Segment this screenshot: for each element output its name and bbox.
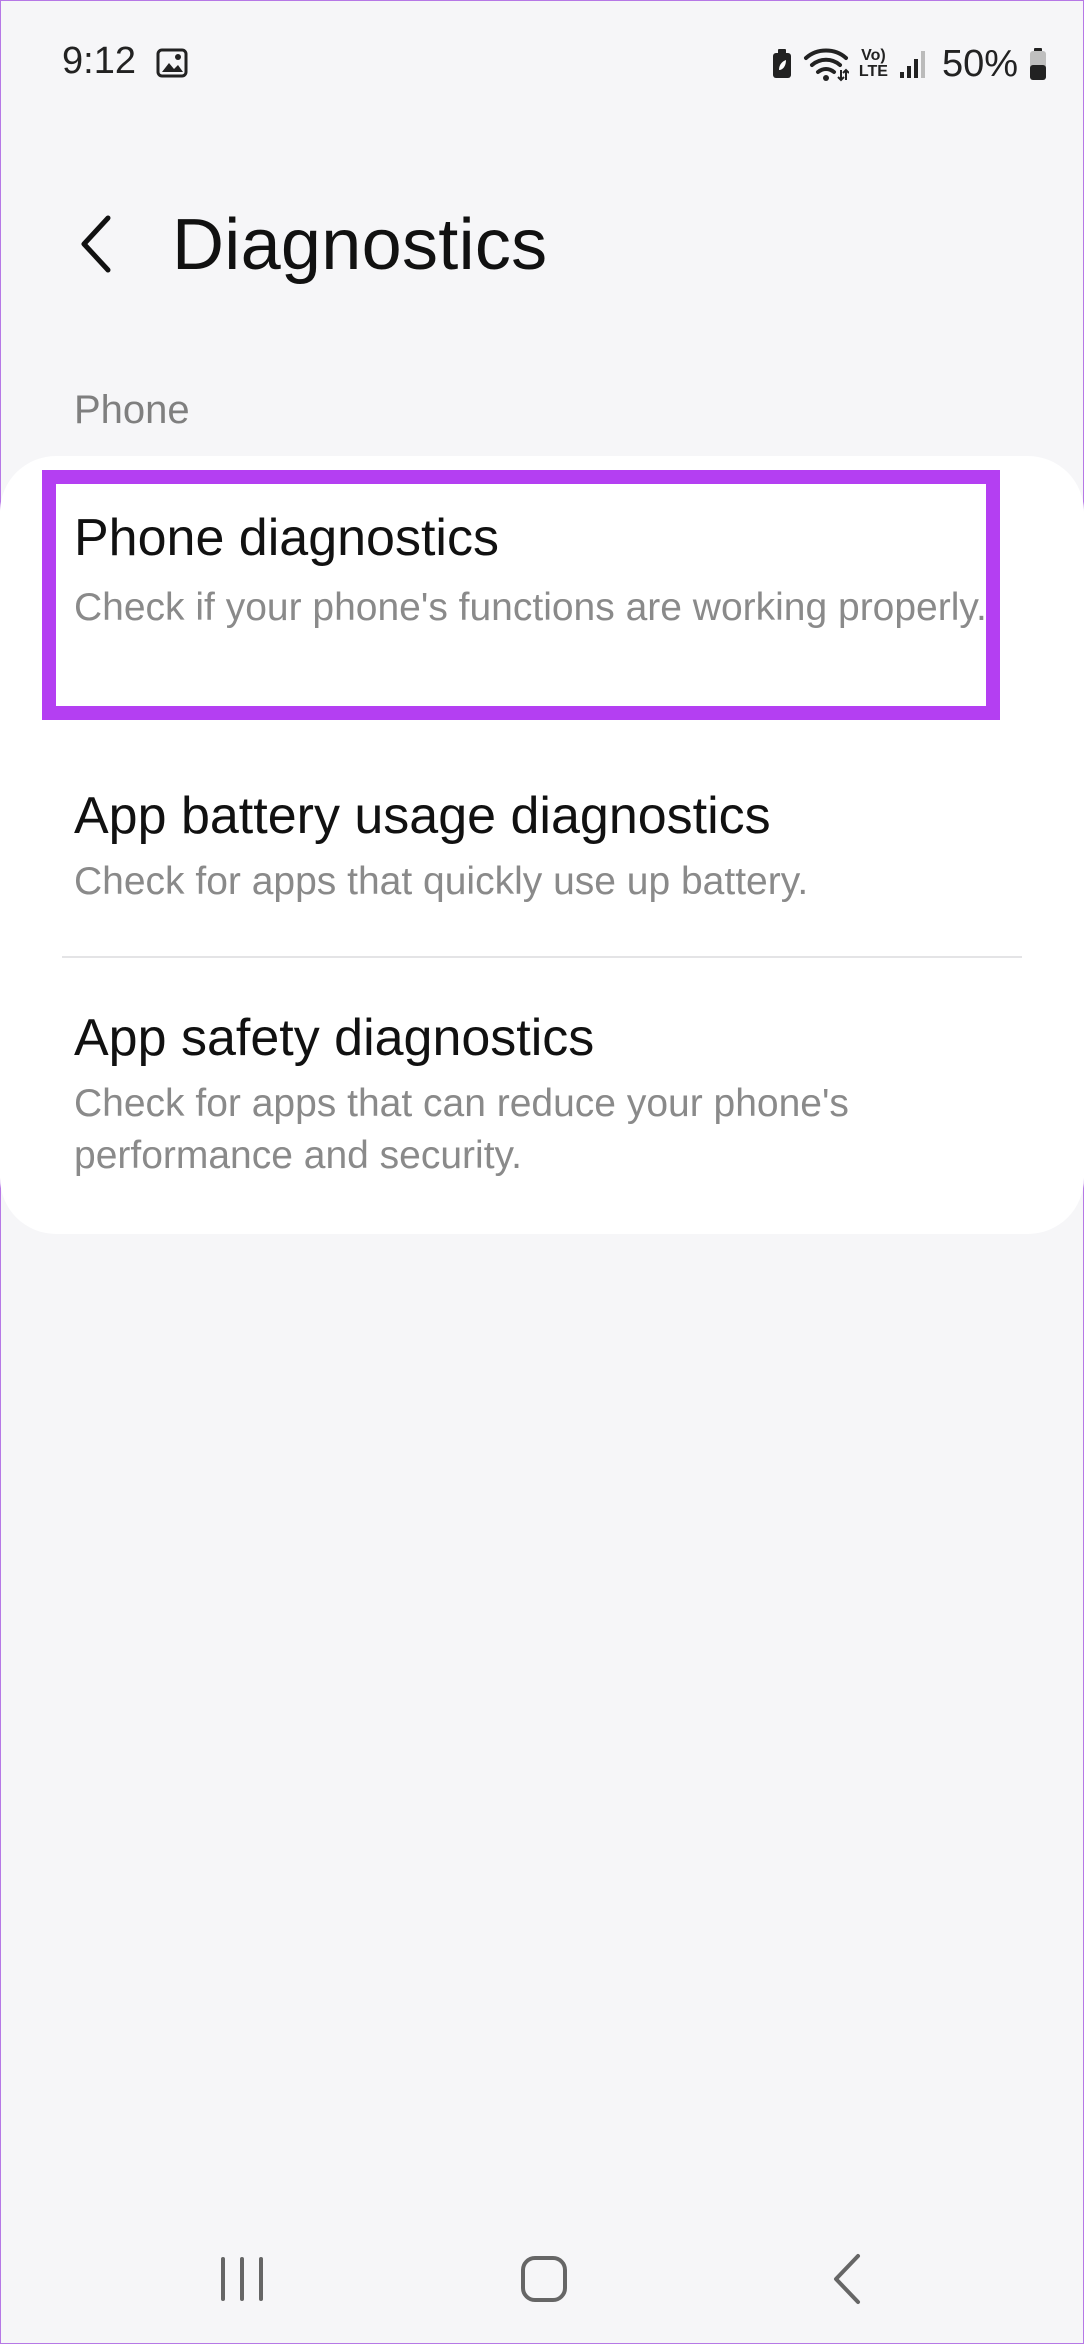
- wifi-icon: [803, 46, 849, 82]
- status-icons: Vo) LTE 50%: [771, 40, 1048, 88]
- nav-back-button[interactable]: [808, 2244, 888, 2314]
- status-bar: 9:12 Vo) LTE 50%: [0, 0, 1084, 130]
- recents-icon: [221, 2257, 263, 2301]
- battery-percent: 50%: [941, 42, 1018, 85]
- diagnostics-card: Phone diagnostics Check if your phone's …: [0, 456, 1084, 1234]
- status-time: 9:12: [62, 40, 136, 82]
- battery-icon: [1028, 47, 1048, 81]
- volte-bottom-label: LTE: [858, 63, 888, 80]
- battery-saver-icon: [771, 48, 793, 80]
- item-subtitle: Check for apps that can reduce your phon…: [74, 1082, 849, 1177]
- list-item-app-battery-usage-diagnostics[interactable]: App battery usage diagnostics Check for …: [0, 736, 1084, 956]
- item-title: App safety diagnostics: [74, 1009, 595, 1067]
- item-subtitle: Check if your phone's functions are work…: [74, 586, 987, 629]
- back-button[interactable]: [60, 208, 132, 280]
- signal-icon: [898, 48, 928, 80]
- recents-button[interactable]: [202, 2244, 282, 2314]
- section-label-phone: Phone: [74, 388, 190, 432]
- volte-top-label: Vo): [861, 47, 886, 64]
- item-subtitle: Check for apps that quickly use up batte…: [74, 860, 809, 903]
- volte-icon: Vo) LTE: [859, 48, 888, 80]
- back-icon: [834, 2254, 860, 2304]
- chevron-left-icon: [81, 215, 111, 273]
- item-title: App battery usage diagnostics: [74, 787, 771, 845]
- gallery-icon: [156, 48, 188, 78]
- list-item-phone-diagnostics[interactable]: Phone diagnostics Check if your phone's …: [0, 456, 1084, 736]
- navigation-bar: [0, 2214, 1084, 2334]
- list-item-app-safety-diagnostics[interactable]: App safety diagnostics Check for apps th…: [0, 958, 1084, 1234]
- page-title: Diagnostics: [172, 205, 548, 285]
- home-icon: [521, 2256, 567, 2302]
- home-button[interactable]: [504, 2244, 584, 2314]
- item-title: Phone diagnostics: [74, 509, 499, 567]
- app-header: Diagnostics: [0, 190, 1084, 300]
